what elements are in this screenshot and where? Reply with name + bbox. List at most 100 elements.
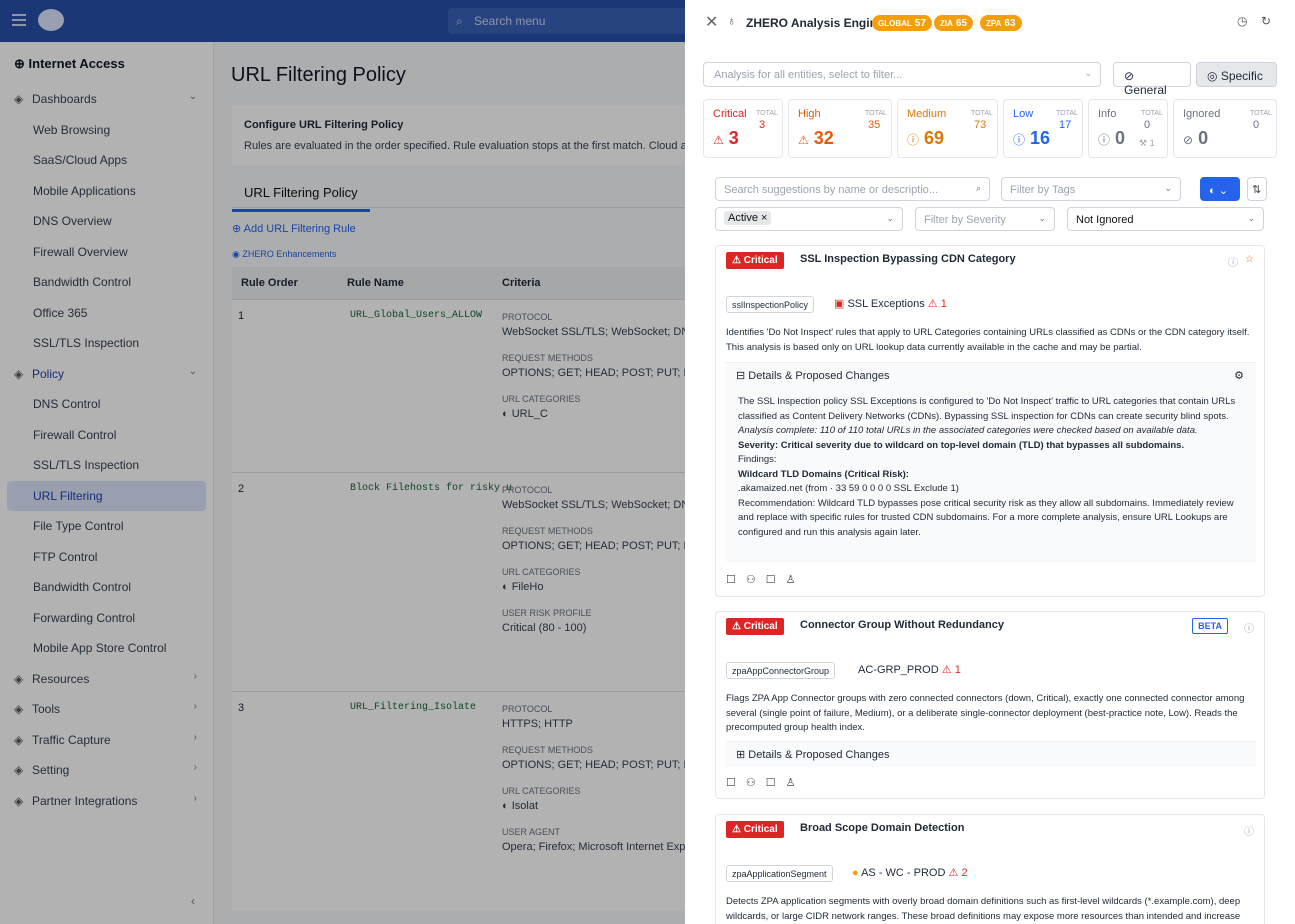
- card-footer: ☐ ⚇ ☐ ♙: [726, 776, 806, 789]
- chevron-down-icon: ⌄: [886, 213, 894, 223]
- entity-filter-select[interactable]: Analysis for all entities, select to fil…: [703, 62, 1101, 87]
- search-icon[interactable]: ⌕: [976, 183, 981, 194]
- history-icon[interactable]: ◷: [1237, 14, 1247, 28]
- details-toggle[interactable]: Details & Proposed Changes: [748, 370, 889, 382]
- critical-badge: ⚠ Critical: [726, 618, 784, 635]
- analysis-note: Analysis complete: 110 of 110 total URLs…: [738, 425, 1198, 436]
- severity-card-high[interactable]: High ⚠ 32 TOTAL 35: [788, 99, 892, 158]
- severity-icon: ⓘ: [907, 133, 920, 147]
- card-title: Connector Group Without Redundancy: [800, 619, 1004, 631]
- severity-count: ⚠ 3: [713, 128, 739, 148]
- lightbulb-icon: ♁: [727, 14, 736, 28]
- card-description: Identifies 'Do Not Inspect' rules that a…: [726, 327, 1250, 353]
- total-label: TOTAL: [1141, 110, 1163, 117]
- total-count: 3: [759, 119, 766, 131]
- critical-badge: ⚠ Critical: [726, 252, 784, 269]
- card-footer: ☐ ⚇ ☐ ♙: [726, 573, 806, 586]
- entity-name[interactable]: ● AS - WC - PROD ⚠ 2: [852, 866, 968, 879]
- active-chip[interactable]: Active ×: [724, 211, 772, 225]
- zhero-analysis-panel: ✕ ♁ ZHERO Analysis Engine GLOBAL 57 ZIA 65…: [685, 0, 1295, 924]
- severity-icon: ⓘ: [1098, 133, 1111, 147]
- details-body: The SSL Inspection policy SSL Exceptions…: [738, 395, 1238, 540]
- checkbox[interactable]: ☐: [726, 573, 736, 586]
- severity-count: ⚠ 32: [798, 128, 834, 148]
- severity-card-ignored[interactable]: Ignored ⊘ 0 TOTAL 0: [1173, 99, 1277, 158]
- findings-heading: Wildcard TLD Domains (Critical Risk):: [738, 468, 909, 480]
- severity-card-medium[interactable]: Medium ⓘ 69 TOTAL 73: [897, 99, 998, 158]
- entity-name[interactable]: ▣ SSL Exceptions ⚠ 1: [834, 297, 947, 310]
- search-suggestions-input[interactable]: Search suggestions by name or descriptio…: [715, 177, 990, 201]
- severity-filter-select[interactable]: Filter by Severity ⌄: [915, 207, 1055, 231]
- severity-card-low[interactable]: Low ⓘ 16 TOTAL 17: [1003, 99, 1083, 158]
- severity-count: ⓘ 16: [1013, 128, 1051, 148]
- eye-off-icon: ⊘: [1124, 69, 1135, 83]
- total-label: TOTAL: [971, 110, 993, 117]
- specific-button[interactable]: ◎ Specific: [1196, 62, 1277, 87]
- sort-toggle-button[interactable]: ◐ ⌄: [1200, 177, 1240, 201]
- total-label: TOTAL: [756, 110, 778, 117]
- card-title: SSL Inspection Bypassing CDN Category: [800, 253, 1016, 265]
- filter-by-tags-select[interactable]: Filter by Tags ⌄: [1001, 177, 1181, 201]
- severity-card-critical[interactable]: Critical ⚠ 3 TOTAL 3: [703, 99, 783, 158]
- info-icon[interactable]: ⓘ: [1244, 823, 1254, 838]
- users-icon[interactable]: ⚇: [746, 776, 756, 789]
- severity-label: Ignored: [1183, 108, 1221, 120]
- details-text: The SSL Inspection policy SSL Exceptions…: [738, 396, 1236, 422]
- total-count: 17: [1059, 119, 1072, 131]
- severity-card-info[interactable]: Info ⓘ 0 TOTAL 0 ⚒ 1: [1088, 99, 1168, 158]
- suggestion-card: ⚠ Critical SSL Inspection Bypassing CDN …: [715, 245, 1265, 597]
- warning-icon: ⚠: [948, 867, 959, 879]
- total-count: 0: [1144, 119, 1151, 131]
- info-icon[interactable]: ⓘ: [1244, 620, 1254, 635]
- severity-label: Medium: [907, 108, 947, 120]
- badge-zia: ZIA 65: [934, 15, 974, 31]
- severity-icon: ⓘ: [1013, 133, 1026, 147]
- badge-global: GLOBAL 57: [872, 15, 932, 31]
- sort-order-icon[interactable]: ⇅: [1247, 177, 1267, 201]
- total-count: 0: [1253, 119, 1260, 131]
- info-icon[interactable]: ⓘ: [1228, 254, 1238, 269]
- findings-label: Findings:: [738, 454, 777, 465]
- panel-title: ZHERO Analysis Engine: [746, 16, 884, 30]
- star-icon[interactable]: ☆: [1245, 254, 1254, 265]
- chevron-down-icon: ⌄: [1247, 213, 1255, 223]
- checkbox[interactable]: ☐: [766, 776, 776, 789]
- severity-label: Low: [1013, 108, 1034, 120]
- finding-item: .akamaized.net (from · 33 59 0 0 0 0 SSL…: [738, 483, 959, 494]
- eye-icon: ◎: [1207, 69, 1221, 83]
- severity-icon: ⚠: [798, 133, 809, 147]
- refresh-icon[interactable]: ↻: [1261, 14, 1271, 28]
- chevron-down-icon: ⌄: [1084, 68, 1092, 78]
- collapse-icon[interactable]: ⊟: [736, 370, 748, 382]
- ignored-filter-select[interactable]: Not Ignored ⌄: [1067, 207, 1264, 231]
- chevron-down-icon: ⌄: [1038, 213, 1046, 223]
- card-title: Broad Scope Domain Detection: [800, 822, 965, 834]
- status-dot-icon: ●: [852, 867, 862, 879]
- warning-icon: ⚠: [941, 664, 952, 676]
- modal-overlay[interactable]: [0, 0, 685, 924]
- critical-badge: ⚠ Critical: [726, 821, 784, 838]
- chevron-down-icon: ⌄: [1164, 183, 1172, 193]
- recommendation: Recommendation: Wildcard TLD bypasses po…: [738, 497, 1234, 538]
- severity-count: ⓘ 0: [1098, 128, 1126, 148]
- total-count: 73: [974, 119, 987, 131]
- status-filter-select[interactable]: Active × ⌄: [715, 207, 903, 231]
- severity-icon: ⊘: [1183, 133, 1194, 147]
- checkbox[interactable]: ☐: [726, 776, 736, 789]
- severity-icon: ⚠: [713, 133, 724, 147]
- general-button[interactable]: ⊘ General: [1113, 62, 1191, 97]
- severity-count: ⊘ 0: [1183, 128, 1209, 148]
- entity-name[interactable]: AC-GRP_PROD ⚠ 1: [858, 663, 961, 676]
- total-label: TOTAL: [865, 110, 887, 117]
- details-section: ⊞ Details & Proposed Changes: [726, 741, 1256, 767]
- severity-label: High: [798, 108, 821, 120]
- close-icon[interactable]: ✕: [705, 12, 718, 32]
- severity-note: Severity: Critical severity due to wildc…: [738, 439, 1185, 451]
- bug-icon[interactable]: ⚙: [1234, 369, 1244, 382]
- checkbox[interactable]: ☐: [766, 573, 776, 586]
- user-icon[interactable]: ♙: [786, 573, 796, 586]
- users-icon[interactable]: ⚇: [746, 573, 756, 586]
- details-toggle[interactable]: Details & Proposed Changes: [748, 749, 889, 761]
- expand-icon[interactable]: ⊞: [736, 749, 748, 761]
- user-icon[interactable]: ♙: [786, 776, 796, 789]
